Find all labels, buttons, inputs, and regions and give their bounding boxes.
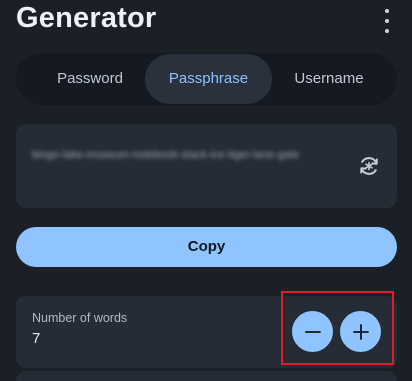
number-of-words-value[interactable]: 7 bbox=[32, 330, 40, 347]
regenerate-icon[interactable] bbox=[357, 154, 381, 178]
page-title: Generator bbox=[16, 2, 157, 34]
more-options-icon[interactable] bbox=[380, 9, 394, 33]
app-bar: Generator bbox=[0, 0, 412, 44]
tab-passphrase[interactable]: Passphrase bbox=[145, 54, 272, 104]
generated-passphrase: bingo-lake-museum-notebook-stack-ice-tig… bbox=[32, 149, 300, 161]
increment-button[interactable] bbox=[340, 311, 381, 352]
plus-icon bbox=[352, 323, 369, 340]
copy-button[interactable]: Copy bbox=[16, 227, 397, 267]
generated-passphrase-panel: bingo-lake-museum-notebook-stack-ice-tig… bbox=[16, 124, 397, 208]
next-option-panel bbox=[16, 371, 397, 381]
minus-icon bbox=[304, 330, 321, 333]
generator-type-tabs: Password Passphrase Username bbox=[16, 53, 397, 105]
tab-username[interactable]: Username bbox=[270, 54, 388, 104]
tab-password[interactable]: Password bbox=[34, 54, 146, 104]
decrement-button[interactable] bbox=[292, 311, 333, 352]
number-of-words-label: Number of words bbox=[32, 311, 128, 325]
